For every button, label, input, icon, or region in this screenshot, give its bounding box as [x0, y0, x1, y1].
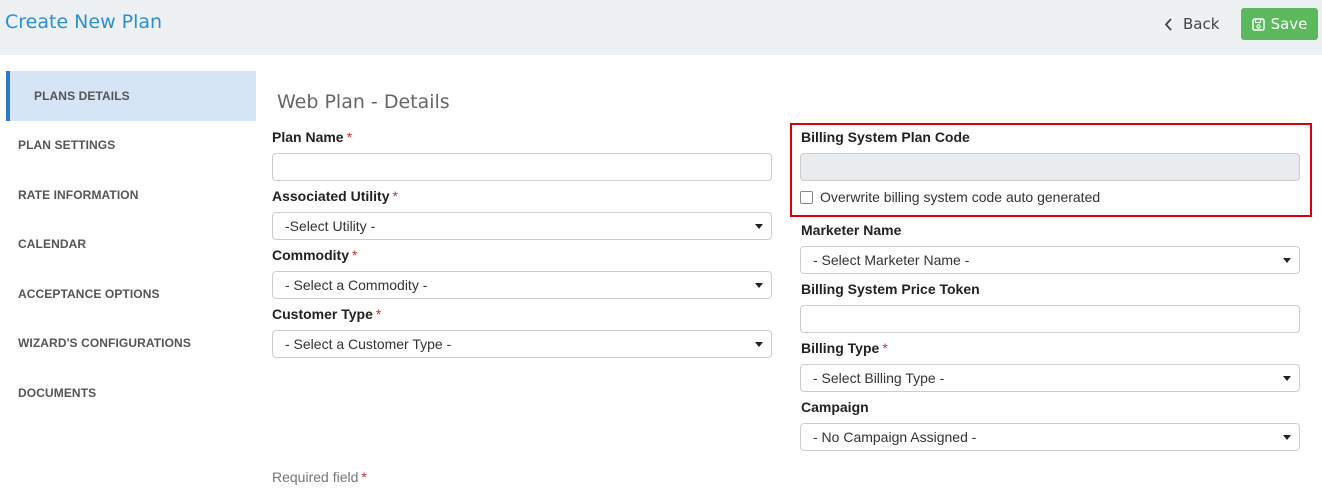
billing-system-price-token-input[interactable] [800, 305, 1300, 333]
billing-type-select[interactable]: - Select Billing Type - [800, 364, 1300, 392]
caret-down-icon [755, 342, 763, 347]
sidebar-item-label: PLANS DETAILS [34, 88, 130, 103]
overwrite-checkbox[interactable] [800, 190, 813, 204]
plan-name-label: Plan Name * [272, 129, 353, 145]
select-value: - Select a Commodity - [285, 277, 428, 293]
back-button[interactable]: Back [1164, 13, 1219, 35]
customer-type-label: Customer Type * [272, 306, 382, 322]
required-marker: * [882, 340, 888, 356]
sidebar-item-rate-information[interactable]: RATE INFORMATION [6, 170, 256, 220]
caret-down-icon [1283, 376, 1291, 381]
billing-system-plan-code-input [800, 153, 1300, 181]
page-title: Create New Plan [5, 11, 163, 33]
overwrite-checkbox-label: Overwrite billing system code auto gener… [820, 189, 1101, 205]
caret-down-icon [755, 224, 763, 229]
sidebar-item-label: DOCUMENTS [18, 385, 97, 400]
select-value: -Select Utility - [285, 218, 376, 234]
required-marker: * [361, 469, 367, 485]
billing-system-price-token-label: Billing System Price Token [801, 281, 980, 297]
caret-down-icon [1283, 435, 1291, 440]
required-marker: * [392, 188, 398, 204]
campaign-select[interactable]: - No Campaign Assigned - [800, 423, 1300, 451]
select-value: - Select a Customer Type - [285, 336, 452, 352]
required-marker: * [375, 306, 382, 322]
campaign-label: Campaign [801, 399, 869, 415]
section-title: Web Plan - Details [277, 91, 450, 113]
associated-utility-select[interactable]: -Select Utility - [272, 212, 772, 240]
caret-down-icon [1283, 258, 1291, 263]
save-button[interactable]: Save [1241, 8, 1318, 40]
required-marker: * [346, 129, 353, 145]
sidebar-item-calendar[interactable]: CALENDAR [6, 220, 256, 270]
sidebar-item-label: WIZARD'S CONFIGURATIONS [18, 336, 191, 351]
sidebar-item-acceptance-options[interactable]: ACCEPTANCE OPTIONS [6, 269, 256, 319]
sidebar-item-plans-details[interactable]: PLANS DETAILS [6, 71, 256, 121]
required-marker: * [352, 247, 358, 263]
sidebar-item-documents[interactable]: DOCUMENTS [6, 368, 256, 418]
required-field-note: Required field * [272, 469, 367, 485]
billing-type-label: Billing Type * [801, 340, 888, 356]
commodity-label: Commodity * [272, 247, 358, 263]
sidebar-nav: PLANS DETAILS PLAN SETTINGS RATE INFORMA… [6, 71, 256, 418]
caret-down-icon [755, 283, 763, 288]
back-label: Back [1183, 15, 1220, 33]
marketer-name-label: Marketer Name [801, 222, 902, 238]
commodity-select[interactable]: - Select a Commodity - [272, 271, 772, 299]
associated-utility-label: Associated Utility * [272, 188, 398, 204]
sidebar-item-label: PLAN SETTINGS [18, 138, 116, 153]
billing-system-plan-code-label: Billing System Plan Code [801, 129, 970, 145]
sidebar-item-wizards-configurations[interactable]: WIZARD'S CONFIGURATIONS [6, 319, 256, 369]
top-bar: Create New Plan Back Save [0, 0, 1322, 55]
floppy-disk-icon [1251, 17, 1265, 31]
customer-type-select[interactable]: - Select a Customer Type - [272, 330, 772, 358]
select-value: - Select Marketer Name - [813, 252, 970, 268]
sidebar-item-label: CALENDAR [18, 237, 87, 252]
chevron-left-icon [1164, 17, 1172, 31]
save-label: Save [1270, 15, 1308, 33]
overwrite-checkbox-row: Overwrite billing system code auto gener… [800, 189, 1100, 205]
sidebar-item-label: RATE INFORMATION [18, 187, 139, 202]
sidebar-item-label: ACCEPTANCE OPTIONS [18, 286, 160, 301]
sidebar-item-plan-settings[interactable]: PLAN SETTINGS [6, 121, 256, 171]
plan-name-input[interactable] [272, 153, 772, 181]
marketer-name-select[interactable]: - Select Marketer Name - [800, 246, 1300, 274]
select-value: - Select Billing Type - [813, 370, 945, 386]
select-value: - No Campaign Assigned - [813, 429, 977, 445]
